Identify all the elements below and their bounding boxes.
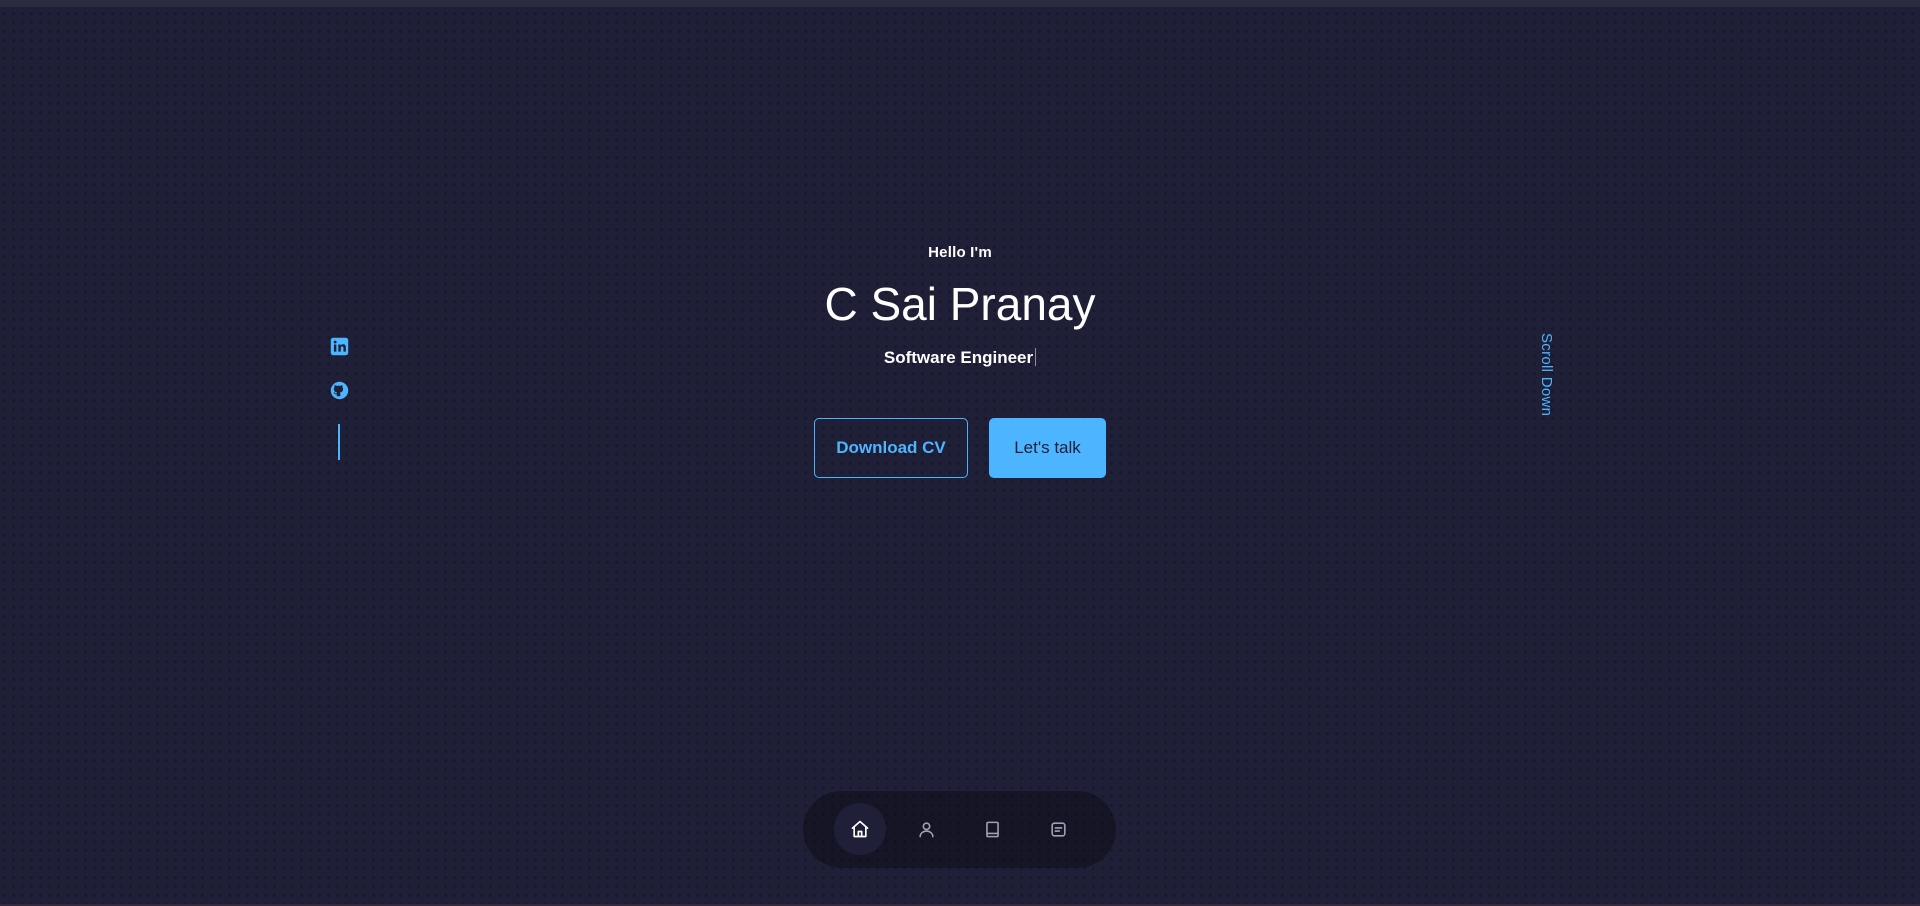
lets-talk-button[interactable]: Let's talk	[989, 418, 1106, 478]
social-divider-line	[338, 424, 340, 460]
role-label: Software Engineer	[883, 348, 1034, 367]
github-icon	[330, 381, 348, 399]
page-title: C Sai Pranay	[824, 278, 1096, 330]
role-text: Software Engineer	[0, 348, 1920, 368]
book-icon	[985, 821, 999, 837]
scroll-down-link[interactable]: Scroll Down	[1538, 333, 1555, 416]
nav-item-about[interactable]	[900, 803, 952, 855]
nav-item-contact[interactable]	[1032, 803, 1084, 855]
message-icon	[1050, 821, 1066, 837]
bottom-nav	[803, 791, 1116, 868]
github-link[interactable]	[328, 379, 350, 401]
user-icon	[918, 821, 934, 837]
home-icon	[851, 820, 869, 838]
nav-item-experience[interactable]	[966, 803, 1018, 855]
typing-caret	[1035, 348, 1037, 366]
download-cv-button[interactable]: Download CV	[814, 418, 968, 478]
browser-top-strip	[0, 0, 1920, 7]
nav-item-home[interactable]	[834, 803, 886, 855]
greeting-text: Hello I'm	[928, 244, 992, 261]
